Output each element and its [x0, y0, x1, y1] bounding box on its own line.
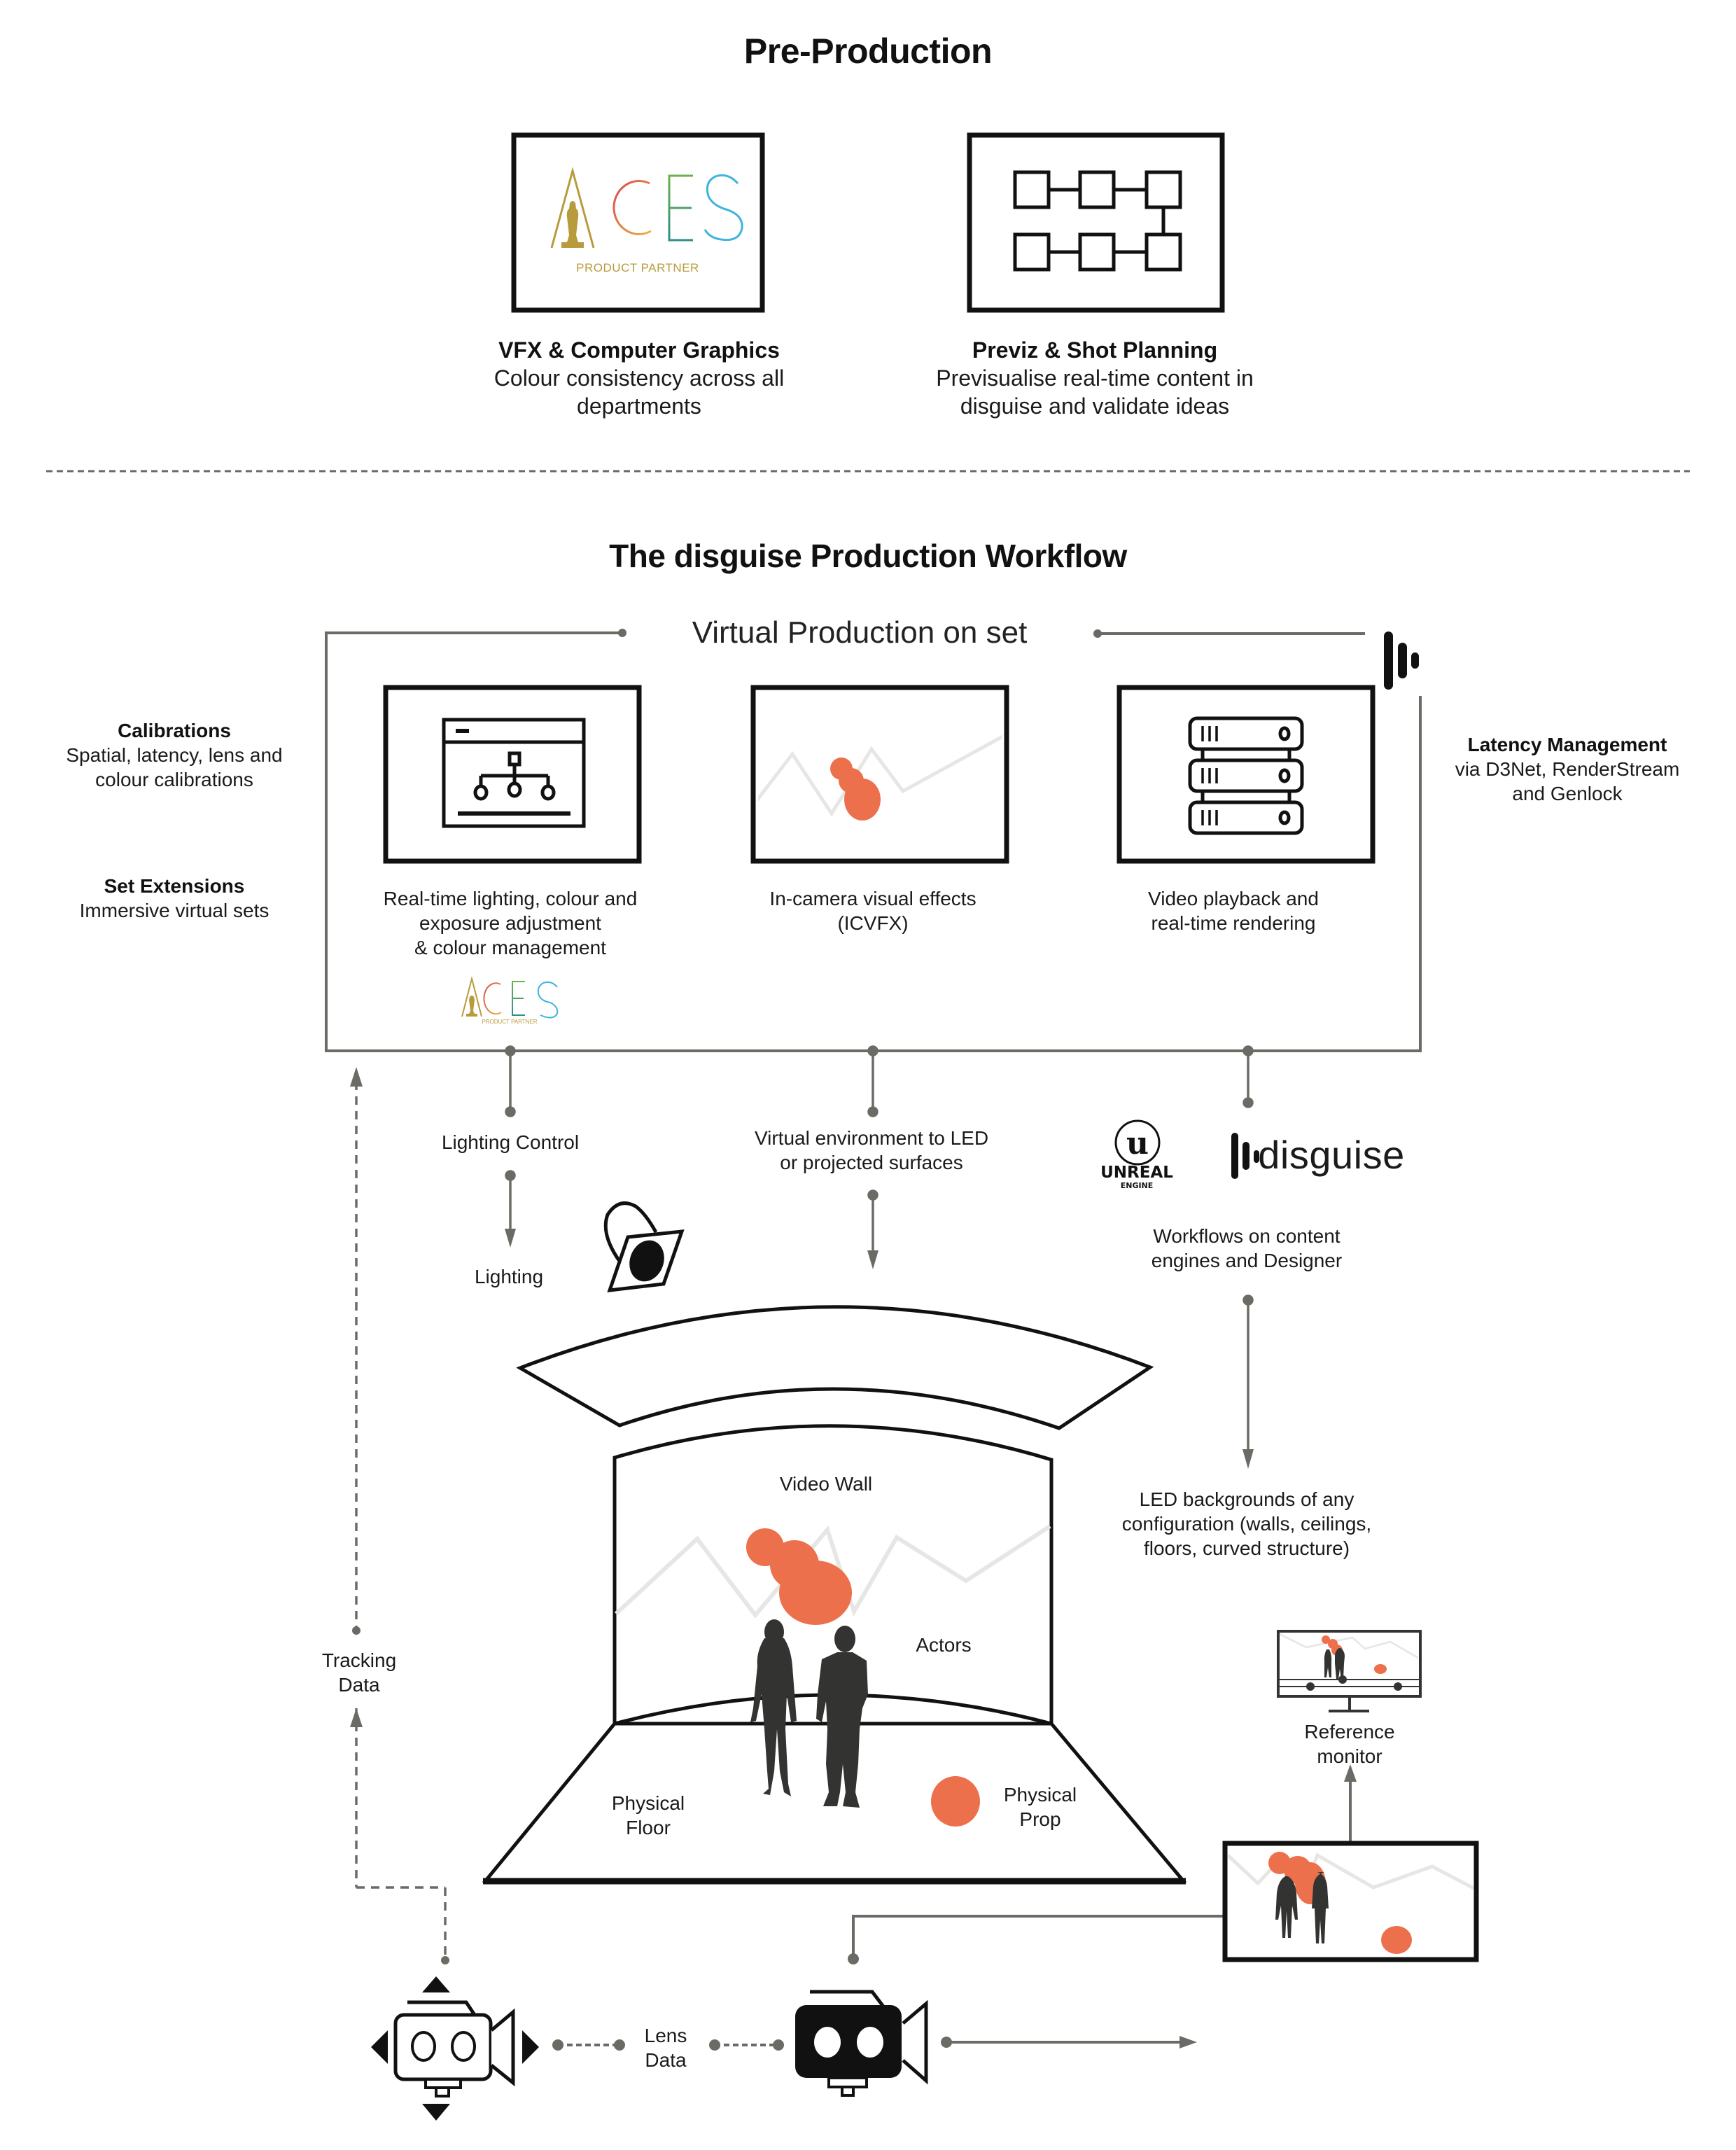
latency-line-1: via D3Net, RenderStream [1455, 758, 1680, 780]
reference-monitor-line-2: monitor [1317, 1745, 1382, 1767]
tracking-data-line-2: Data [338, 1674, 380, 1696]
playback-caption-line-1: Video playback and [1148, 888, 1319, 909]
connector-dot [618, 629, 626, 637]
previz-card-desc-line-1: Previsualise real-time content in [936, 365, 1254, 391]
vfx-card-text: VFX & Computer Graphics Colour consisten… [494, 336, 784, 420]
tracking-data-line-1: Tracking [321, 1649, 397, 1671]
reference-monitor-line-1: Reference [1304, 1721, 1395, 1743]
actors-label: Actors [916, 1634, 972, 1656]
engines-line-1: Workflows on content [1153, 1225, 1340, 1247]
virtual-environment-label: Virtual environment to LED or projected … [755, 1126, 988, 1175]
aces-product-partner-text: PRODUCT PARTNER [576, 261, 699, 274]
icvfx-caption-line-2: (ICVFX) [837, 912, 909, 934]
previz-card-text: Previz & Shot Planning Previsualise real… [936, 336, 1254, 420]
vfx-card-desc-line-1: Colour consistency across all [493, 365, 785, 391]
pre-production-title: Pre-Production [743, 32, 993, 71]
vfx-card-title: VFX & Computer Graphics [498, 337, 780, 363]
icvfx-caption-line-1: In-camera visual effects [769, 888, 976, 909]
lens-data-line-1: Lens [644, 2025, 687, 2046]
latency-note: Latency Management via D3Net, RenderStre… [1455, 732, 1680, 806]
svg-text:u: u [1126, 1126, 1149, 1161]
set-extensions-line-1: Immersive virtual sets [79, 900, 270, 921]
calibrations-note: Calibrations Spatial, latency, lens and … [66, 718, 282, 792]
led-backgrounds-line-3: floors, curved structure) [1143, 1537, 1350, 1559]
disguise-wordmark-icon [1231, 1133, 1259, 1179]
aces-card-frame [511, 132, 765, 313]
lighting-caption-line-1: Real-time lighting, colour and [383, 888, 638, 909]
ceiling-led-panel [516, 1305, 1154, 1430]
latency-title: Latency Management [1467, 734, 1667, 755]
physical-prop-sphere [931, 1776, 980, 1827]
tracking-camera-icon [371, 1976, 539, 2121]
lighting-label: Lighting [474, 1266, 544, 1287]
set-extensions-note: Set Extensions Immersive virtual sets [80, 874, 270, 923]
unreal-wordmark-line-2: ENGINE [1120, 1181, 1154, 1190]
calibrations-line-1: Spatial, latency, lens and [66, 744, 283, 766]
physical-floor-label: Physical Floor [612, 1791, 685, 1840]
latency-line-2: and Genlock [1512, 783, 1623, 804]
led-backgrounds-line-2: configuration (walls, ceilings, [1121, 1513, 1372, 1535]
aces-badge-icon [461, 976, 559, 1019]
icvfx-card-frame [750, 685, 1009, 864]
previz-card-desc-line-2: disguise and validate ideas [960, 393, 1230, 419]
frame-title: Virtual Production on set [692, 615, 1028, 650]
calibrations-line-2: colour calibrations [95, 769, 253, 790]
workflow-title: The disguise Production Workflow [609, 538, 1127, 574]
calibrations-title: Calibrations [118, 720, 231, 741]
unreal-wordmark-line-1: UNREAL [1100, 1164, 1173, 1182]
disguise-wordmark-text: disguise [1258, 1133, 1405, 1177]
led-backgrounds-label: LED backgrounds of any configuration (wa… [1122, 1487, 1371, 1561]
physical-prop-label: Physical Prop [1004, 1782, 1077, 1831]
physical-floor-line-1: Physical [611, 1792, 685, 1814]
physical-prop-line-1: Physical [1003, 1784, 1077, 1806]
reference-monitor-icon [1277, 1630, 1422, 1712]
output-screen-icon [1222, 1841, 1479, 1962]
physical-floor-line-2: Floor [626, 1817, 671, 1838]
cinema-camera-icon [795, 1990, 928, 2097]
playback-caption-line-2: real-time rendering [1151, 912, 1316, 934]
tracking-arrowheads [350, 1067, 449, 1964]
lens-data-line-2: Data [645, 2049, 687, 2071]
engines-line-2: engines and Designer [1151, 1250, 1343, 1271]
tracking-data-path [355, 1082, 447, 1960]
led-backgrounds-line-1: LED backgrounds of any [1139, 1488, 1354, 1510]
set-extensions-title: Set Extensions [104, 875, 245, 897]
previz-card-frame [967, 132, 1225, 313]
lighting-caption-line-3: & colour management [414, 937, 606, 958]
lighting-caption-line-2: exposure adjustment [419, 912, 601, 934]
vfx-card-desc-line-2: departments [577, 393, 701, 419]
playback-card-frame [1116, 685, 1376, 864]
lighting-card-caption: Real-time lighting, colour and exposure … [384, 886, 638, 960]
connector-dot [1093, 629, 1102, 638]
diagram-artwork: u [46, 132, 1690, 2121]
workflow-infographic: u Pre-Production PRODUCT PARTNER VFX & C… [0, 0, 1736, 2150]
video-wall-label: Video Wall [779, 1473, 873, 1495]
unreal-engine-logo-icon: u [1114, 1119, 1161, 1166]
disguise-logo-icon [1384, 631, 1419, 690]
unreal-engine-wordmark: UNREAL ENGINE [1100, 1164, 1173, 1190]
physical-prop-line-2: Prop [1019, 1808, 1061, 1830]
reference-monitor-label: Reference monitor [1304, 1719, 1394, 1768]
icvfx-card-caption: In-camera visual effects (ICVFX) [769, 886, 976, 935]
previz-card-title: Previz & Shot Planning [972, 337, 1218, 363]
engines-label: Workflows on content engines and Designe… [1152, 1224, 1342, 1273]
virtual-environment-line-1: Virtual environment to LED [754, 1127, 989, 1149]
tracking-data-label: Tracking Data [322, 1648, 396, 1697]
virtual-environment-line-2: or projected surfaces [780, 1152, 963, 1173]
aces-badge-subtext: PRODUCT PARTNER [482, 1019, 538, 1025]
playback-card-caption: Video playback and real-time rendering [1148, 886, 1319, 935]
lighting-control-label: Lighting Control [441, 1131, 580, 1153]
lens-data-label: Lens Data [645, 2023, 687, 2072]
stage-light-icon [603, 1201, 685, 1292]
